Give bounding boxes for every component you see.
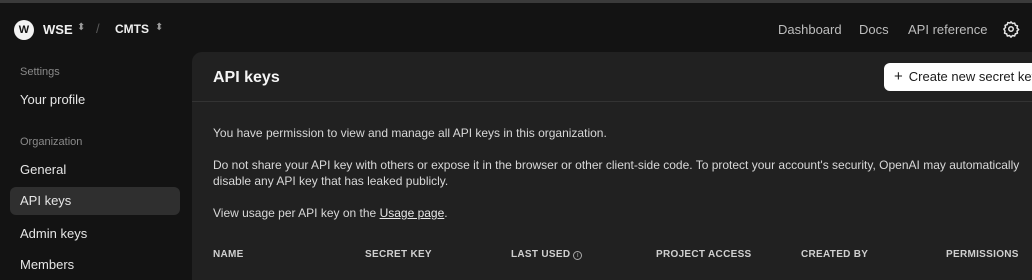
column-header-created-by[interactable]: CREATED BY	[801, 249, 868, 260]
sidebar-item-admin-keys[interactable]: Admin keys	[10, 220, 180, 248]
org-avatar[interactable]: W	[14, 20, 34, 40]
column-header-name[interactable]: NAME	[213, 249, 244, 260]
warning-text-line2: disable any API key that has leaked publ…	[213, 174, 449, 188]
permission-text: You have permission to view and manage a…	[213, 126, 607, 140]
create-button-label: Create new secret key	[908, 69, 1032, 84]
top-navigation-bar: W WSE ⬍ / CMTS ⬍ Dashboard Docs API refe…	[0, 0, 1032, 52]
breadcrumb-separator: /	[96, 21, 100, 36]
org-switcher[interactable]: WSE	[43, 22, 73, 37]
sidebar-item-api-keys[interactable]: API keys	[10, 187, 180, 215]
usage-text: View usage per API key on the Usage page…	[213, 205, 1032, 221]
last-used-label: LAST USED	[511, 249, 571, 260]
project-switcher[interactable]: CMTS	[115, 22, 149, 36]
column-header-permissions[interactable]: PERMISSIONS	[946, 249, 1019, 260]
sidebar-heading-organization: Organization	[20, 136, 83, 148]
main-panel: API keys + Create new secret key You have…	[192, 52, 1032, 280]
nav-docs-link[interactable]: Docs	[859, 22, 889, 37]
usage-suffix: .	[444, 206, 448, 220]
sidebar-heading-settings: Settings	[20, 66, 60, 78]
column-header-last-used[interactable]: LAST USED i	[511, 249, 583, 260]
plus-icon: +	[894, 68, 903, 85]
column-header-secret-key[interactable]: SECRET KEY	[365, 249, 432, 260]
create-secret-key-button[interactable]: + Create new secret key	[884, 63, 1032, 91]
usage-prefix: View usage per API key on the	[213, 206, 380, 220]
sidebar-item-general[interactable]: General	[10, 156, 180, 184]
settings-sidebar: Settings Your profile Organization Gener…	[0, 52, 190, 280]
sidebar-item-your-profile[interactable]: Your profile	[10, 86, 180, 114]
info-icon[interactable]: i	[573, 251, 583, 260]
gear-icon[interactable]	[1002, 20, 1020, 38]
column-header-project-access[interactable]: PROJECT ACCESS	[656, 249, 752, 260]
nav-api-reference-link[interactable]: API reference	[908, 22, 988, 37]
sidebar-item-members[interactable]: Members	[10, 251, 180, 279]
page-header: API keys + Create new secret key	[192, 52, 1032, 102]
warning-text-line1: Do not share your API key with others or…	[213, 158, 1020, 172]
chevron-updown-icon[interactable]: ⬍	[155, 22, 163, 33]
chevron-updown-icon[interactable]: ⬍	[77, 22, 85, 33]
usage-page-link[interactable]: Usage page	[380, 206, 445, 220]
page-title: API keys	[213, 69, 280, 86]
nav-dashboard-link[interactable]: Dashboard	[778, 22, 842, 37]
